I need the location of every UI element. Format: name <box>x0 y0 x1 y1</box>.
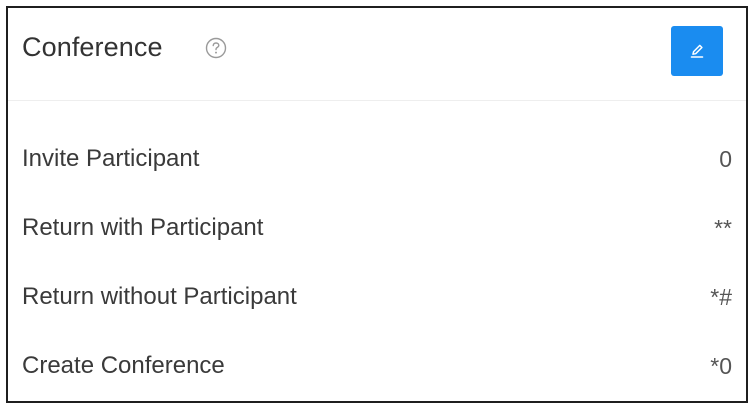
list-item-return-without-participant: Return without Participant *# <box>8 264 746 333</box>
row-label: Invite Participant <box>22 145 200 172</box>
conference-card: Conference Invite Participant 0 Return w… <box>6 6 748 403</box>
row-value: ** <box>714 215 732 241</box>
list-item-invite-participant: Invite Participant 0 <box>8 126 746 195</box>
row-label: Return without Participant <box>22 283 297 310</box>
list-item-return-with-participant: Return with Participant ** <box>8 195 746 264</box>
row-label: Return with Participant <box>22 214 264 241</box>
pencil-icon <box>687 41 707 61</box>
row-value: *# <box>710 284 732 310</box>
row-value: 0 <box>719 146 732 172</box>
help-icon[interactable] <box>205 37 227 59</box>
shortcut-list: Invite Participant 0 Return with Partici… <box>8 126 746 402</box>
row-value: *0 <box>710 353 732 379</box>
row-label: Create Conference <box>22 352 225 379</box>
list-item-create-conference: Create Conference *0 <box>8 333 746 402</box>
card-header: Conference <box>8 8 746 101</box>
edit-button[interactable] <box>671 26 723 76</box>
card-title: Conference <box>22 32 163 62</box>
